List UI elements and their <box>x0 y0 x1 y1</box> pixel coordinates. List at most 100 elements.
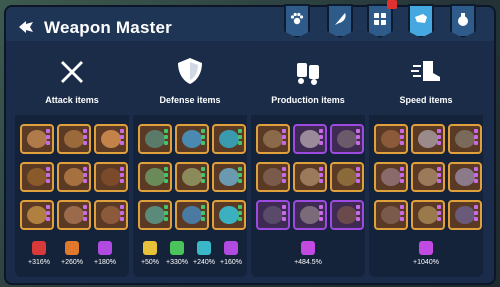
panel-title: Defense items <box>159 95 221 105</box>
item-slot[interactable] <box>448 162 482 192</box>
item-slot[interactable] <box>212 200 246 230</box>
item-slot[interactable] <box>411 162 445 192</box>
item-slot[interactable] <box>330 124 364 154</box>
item-slot[interactable] <box>448 124 482 154</box>
feather-icon <box>335 13 346 25</box>
item-slot[interactable] <box>94 124 128 154</box>
item-art <box>145 206 165 224</box>
panel-title: Production items <box>271 95 345 105</box>
item-art <box>263 130 283 148</box>
hand-icon <box>415 14 427 23</box>
item-art <box>263 206 283 224</box>
item-slot[interactable] <box>293 200 327 230</box>
item-art <box>455 168 475 186</box>
rarity-pips <box>83 167 87 185</box>
rarity-pips <box>46 205 50 223</box>
bonus-stat: +316% <box>24 241 54 266</box>
tab-feather[interactable] <box>327 4 353 38</box>
item-art <box>381 206 401 224</box>
item-art <box>27 168 47 186</box>
item-slot[interactable] <box>293 162 327 192</box>
rarity-pips <box>319 205 323 223</box>
rarity-pips <box>356 167 360 185</box>
item-art <box>64 168 84 186</box>
rarity-pips <box>319 167 323 185</box>
item-art <box>300 168 320 186</box>
item-slot[interactable] <box>374 162 408 192</box>
item-slot[interactable] <box>57 124 91 154</box>
boot-icon <box>411 61 440 81</box>
item-slot[interactable] <box>94 200 128 230</box>
panel-header: Defense items <box>133 47 247 115</box>
rarity-pips <box>356 129 360 147</box>
item-slot[interactable] <box>57 200 91 230</box>
item-slot[interactable] <box>175 124 209 154</box>
item-art <box>101 206 121 224</box>
item-art <box>337 130 357 148</box>
purple-boot-icon <box>419 241 433 255</box>
purple-bolt-icon <box>224 241 238 255</box>
rarity-pips <box>120 167 124 185</box>
item-slot[interactable] <box>94 162 128 192</box>
rarity-pips <box>282 129 286 147</box>
item-slot[interactable] <box>330 162 364 192</box>
potion-icon <box>458 13 468 26</box>
item-slot[interactable] <box>20 162 54 192</box>
tab-paw[interactable] <box>284 4 310 38</box>
item-slot[interactable] <box>212 124 246 154</box>
item-art <box>145 130 165 148</box>
rarity-pips <box>164 167 168 185</box>
item-slot[interactable] <box>138 124 172 154</box>
rarity-pips <box>46 167 50 185</box>
tab-armor[interactable] <box>367 4 393 38</box>
item-art <box>337 168 357 186</box>
panel-attack: Attack items +316% +260% +180% <box>15 47 129 277</box>
item-art <box>27 206 47 224</box>
item-slot[interactable] <box>293 124 327 154</box>
armor-icon <box>374 13 386 25</box>
back-arrow-icon[interactable] <box>18 20 34 34</box>
rarity-pips <box>400 167 404 185</box>
rarity-pips <box>238 205 242 223</box>
rarity-pips <box>201 129 205 147</box>
item-art <box>418 206 438 224</box>
tab-weapon[interactable] <box>408 4 434 38</box>
item-art <box>219 168 239 186</box>
item-slot[interactable] <box>411 124 445 154</box>
item-slot[interactable] <box>448 200 482 230</box>
item-art <box>418 168 438 186</box>
panel-production: Production items +484.5% <box>251 47 365 277</box>
rarity-pips <box>474 167 478 185</box>
item-art <box>64 206 84 224</box>
item-slot[interactable] <box>20 200 54 230</box>
rarity-pips <box>282 205 286 223</box>
item-art <box>418 130 438 148</box>
item-slot[interactable] <box>138 200 172 230</box>
item-art <box>145 168 165 186</box>
item-slot[interactable] <box>138 162 172 192</box>
rarity-pips <box>201 167 205 185</box>
item-slot[interactable] <box>256 162 290 192</box>
rarity-pips <box>238 129 242 147</box>
item-art <box>300 206 320 224</box>
item-slot[interactable] <box>20 124 54 154</box>
item-slot[interactable] <box>256 200 290 230</box>
item-slot[interactable] <box>175 200 209 230</box>
panel-header: Production items <box>251 47 365 115</box>
bonus-stat: +1040% <box>411 241 441 266</box>
item-slot[interactable] <box>175 162 209 192</box>
bonus-stat: +330% <box>162 241 192 266</box>
item-slot[interactable] <box>411 200 445 230</box>
item-slot[interactable] <box>330 200 364 230</box>
item-slot[interactable] <box>374 200 408 230</box>
item-slot[interactable] <box>256 124 290 154</box>
item-slot[interactable] <box>212 162 246 192</box>
item-slot[interactable] <box>57 162 91 192</box>
bonus-stat: +260% <box>57 241 87 266</box>
item-art <box>219 130 239 148</box>
tab-potion[interactable] <box>450 4 476 38</box>
bonus-stat: +160% <box>216 241 246 266</box>
purple-bolt-icon <box>98 241 112 255</box>
bonus-stat: +484.5% <box>293 241 323 266</box>
item-slot[interactable] <box>374 124 408 154</box>
